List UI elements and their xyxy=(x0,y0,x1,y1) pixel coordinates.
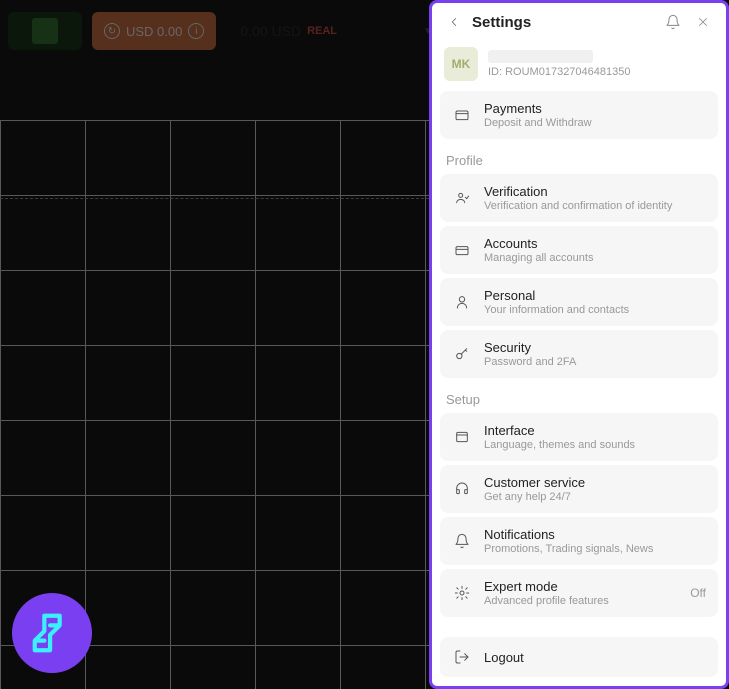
settings-item-security[interactable]: Security Password and 2FA xyxy=(440,330,718,378)
logout-button[interactable]: Logout xyxy=(440,637,718,677)
logo-icon xyxy=(29,610,75,656)
avatar: MK xyxy=(444,47,478,81)
settings-item-expert-mode[interactable]: Expert mode Advanced profile features Of… xyxy=(440,569,718,617)
bell-icon xyxy=(665,14,681,30)
item-title: Payments xyxy=(484,101,706,116)
item-title: Interface xyxy=(484,423,706,438)
item-title: Security xyxy=(484,340,706,355)
settings-item-personal[interactable]: Personal Your information and contacts xyxy=(440,278,718,326)
settings-item-verification[interactable]: Verification Verification and confirmati… xyxy=(440,174,718,222)
back-button[interactable] xyxy=(444,12,464,32)
item-subtitle: Your information and contacts xyxy=(484,304,706,316)
key-icon xyxy=(452,344,472,364)
close-icon xyxy=(696,15,710,29)
chevron-left-icon xyxy=(447,15,461,29)
settings-item-payments[interactable]: Payments Deposit and Withdraw xyxy=(440,91,718,139)
section-profile-label: Profile xyxy=(440,143,718,174)
settings-item-notifications[interactable]: Notifications Promotions, Trading signal… xyxy=(440,517,718,565)
wallet-icon xyxy=(452,105,472,125)
user-profile[interactable]: MK ID: ROUM017327046481350 xyxy=(432,41,726,91)
panel-body: Payments Deposit and Withdraw Profile Ve… xyxy=(432,91,726,686)
user-id: ID: ROUM017327046481350 xyxy=(488,66,714,78)
settings-item-accounts[interactable]: Accounts Managing all accounts xyxy=(440,226,718,274)
item-subtitle: Managing all accounts xyxy=(484,252,706,264)
expert-mode-state: Off xyxy=(690,586,706,600)
item-title: Verification xyxy=(484,184,706,199)
item-subtitle: Deposit and Withdraw xyxy=(484,117,706,129)
identity-icon xyxy=(452,188,472,208)
settings-item-customer-service[interactable]: Customer service Get any help 24/7 xyxy=(440,465,718,513)
item-title: Accounts xyxy=(484,236,706,251)
window-icon xyxy=(452,427,472,447)
close-button[interactable] xyxy=(692,11,714,33)
logout-icon xyxy=(452,647,472,667)
card-icon xyxy=(452,240,472,260)
panel-header: Settings xyxy=(432,3,726,41)
item-title: Logout xyxy=(484,650,706,665)
user-info: ID: ROUM017327046481350 xyxy=(488,50,714,78)
notifications-button[interactable] xyxy=(662,11,684,33)
person-icon xyxy=(452,292,472,312)
gear-icon xyxy=(452,583,472,603)
panel-title: Settings xyxy=(472,14,654,31)
item-subtitle: Promotions, Trading signals, News xyxy=(484,543,706,555)
section-setup-label: Setup xyxy=(440,382,718,413)
settings-item-interface[interactable]: Interface Language, themes and sounds xyxy=(440,413,718,461)
item-subtitle: Language, themes and sounds xyxy=(484,439,706,451)
item-title: Notifications xyxy=(484,527,706,542)
settings-panel: Settings MK ID: ROUM017327046481350 Paym… xyxy=(429,0,729,689)
item-title: Personal xyxy=(484,288,706,303)
item-subtitle: Verification and confirmation of identit… xyxy=(484,200,706,212)
headset-icon xyxy=(452,479,472,499)
brand-logo[interactable] xyxy=(12,593,92,673)
item-title: Expert mode xyxy=(484,579,678,594)
user-name-placeholder xyxy=(488,50,593,63)
item-subtitle: Get any help 24/7 xyxy=(484,491,706,503)
bell-icon xyxy=(452,531,472,551)
item-subtitle: Advanced profile features xyxy=(484,595,678,607)
item-title: Customer service xyxy=(484,475,706,490)
item-subtitle: Password and 2FA xyxy=(484,356,706,368)
